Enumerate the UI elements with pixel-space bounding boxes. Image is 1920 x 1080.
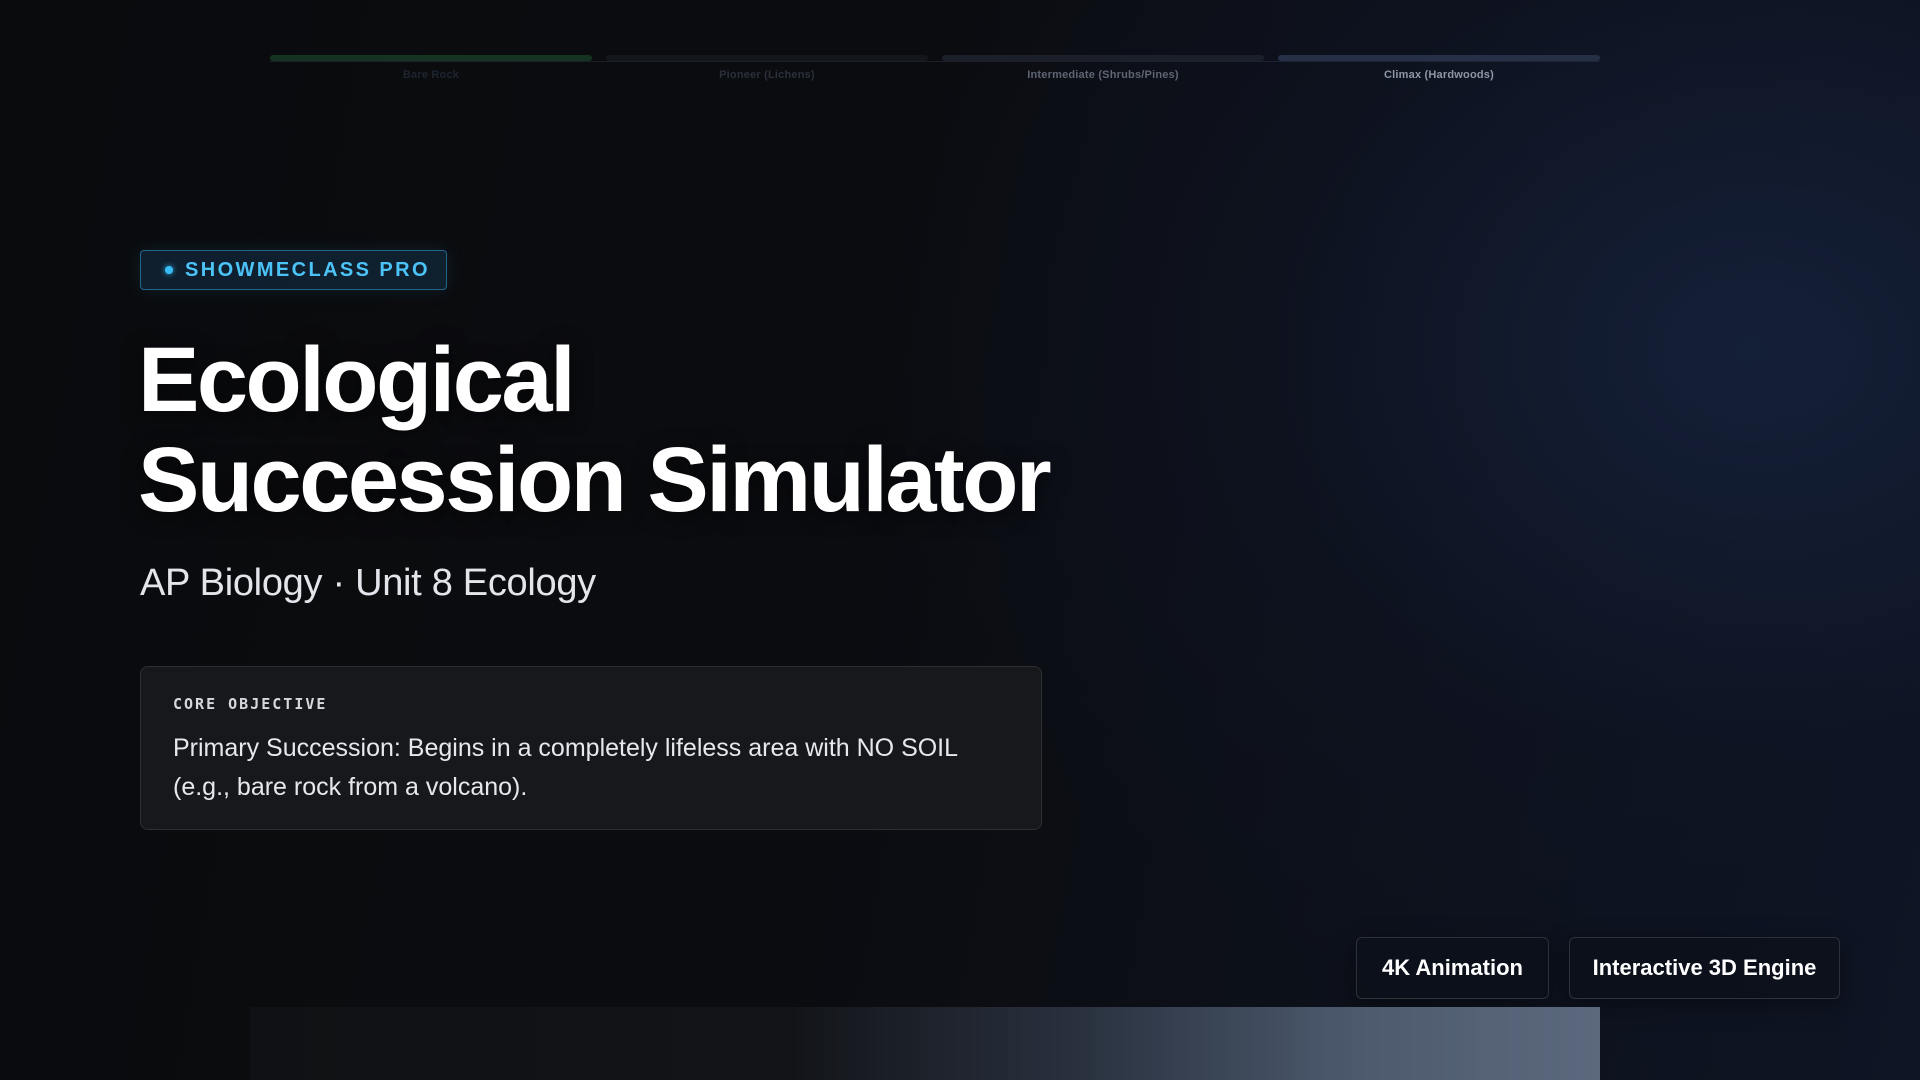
stage-label: Pioneer (Lichens) [719,69,815,81]
page-title-line-2: Succession Simulator [138,429,1052,531]
stage-progress-bar [1278,55,1600,61]
succession-timeline: Bare Rock Pioneer (Lichens) Intermediate… [270,55,1600,95]
page-title: Ecological Succession Simulator [138,329,1052,531]
stage-progress-bar [606,55,928,61]
status-dot-icon [165,266,173,274]
brand-badge: SHOWMECLASS PRO [140,250,447,290]
brand-badge-label: SHOWMECLASS PRO [185,258,430,281]
page: Bare Rock Pioneer (Lichens) Intermediate… [0,0,1920,1080]
page-title-line-1: Ecological [138,329,576,431]
timeline-stage-intermediate[interactable]: Intermediate (Shrubs/Pines) [942,55,1264,95]
core-objective-label: CORE OBJECTIVE [173,695,328,713]
core-objective-text: Primary Succession: Begins in a complete… [173,734,958,801]
timeline-stage-pioneer[interactable]: Pioneer (Lichens) [606,55,928,95]
timeline-stage-bare-rock[interactable]: Bare Rock [270,55,592,95]
timeline-stage-climax[interactable]: Climax (Hardwoods) [1278,55,1600,95]
stage-label: Intermediate (Shrubs/Pines) [1027,69,1179,81]
page-subtitle: AP Biology · Unit 8 Ecology [140,562,596,604]
4k-animation-button[interactable]: 4K Animation [1356,937,1549,999]
stage-progress-bar [270,55,592,61]
scene-preview-strip [250,1007,1600,1080]
core-objective-card: CORE OBJECTIVE Primary Succession: Begin… [140,666,1042,830]
stage-label: Bare Rock [402,69,460,81]
interactive-3d-engine-button[interactable]: Interactive 3D Engine [1569,937,1840,999]
stage-label: Climax (Hardwoods) [1384,69,1494,81]
stage-progress-bar [942,55,1264,61]
